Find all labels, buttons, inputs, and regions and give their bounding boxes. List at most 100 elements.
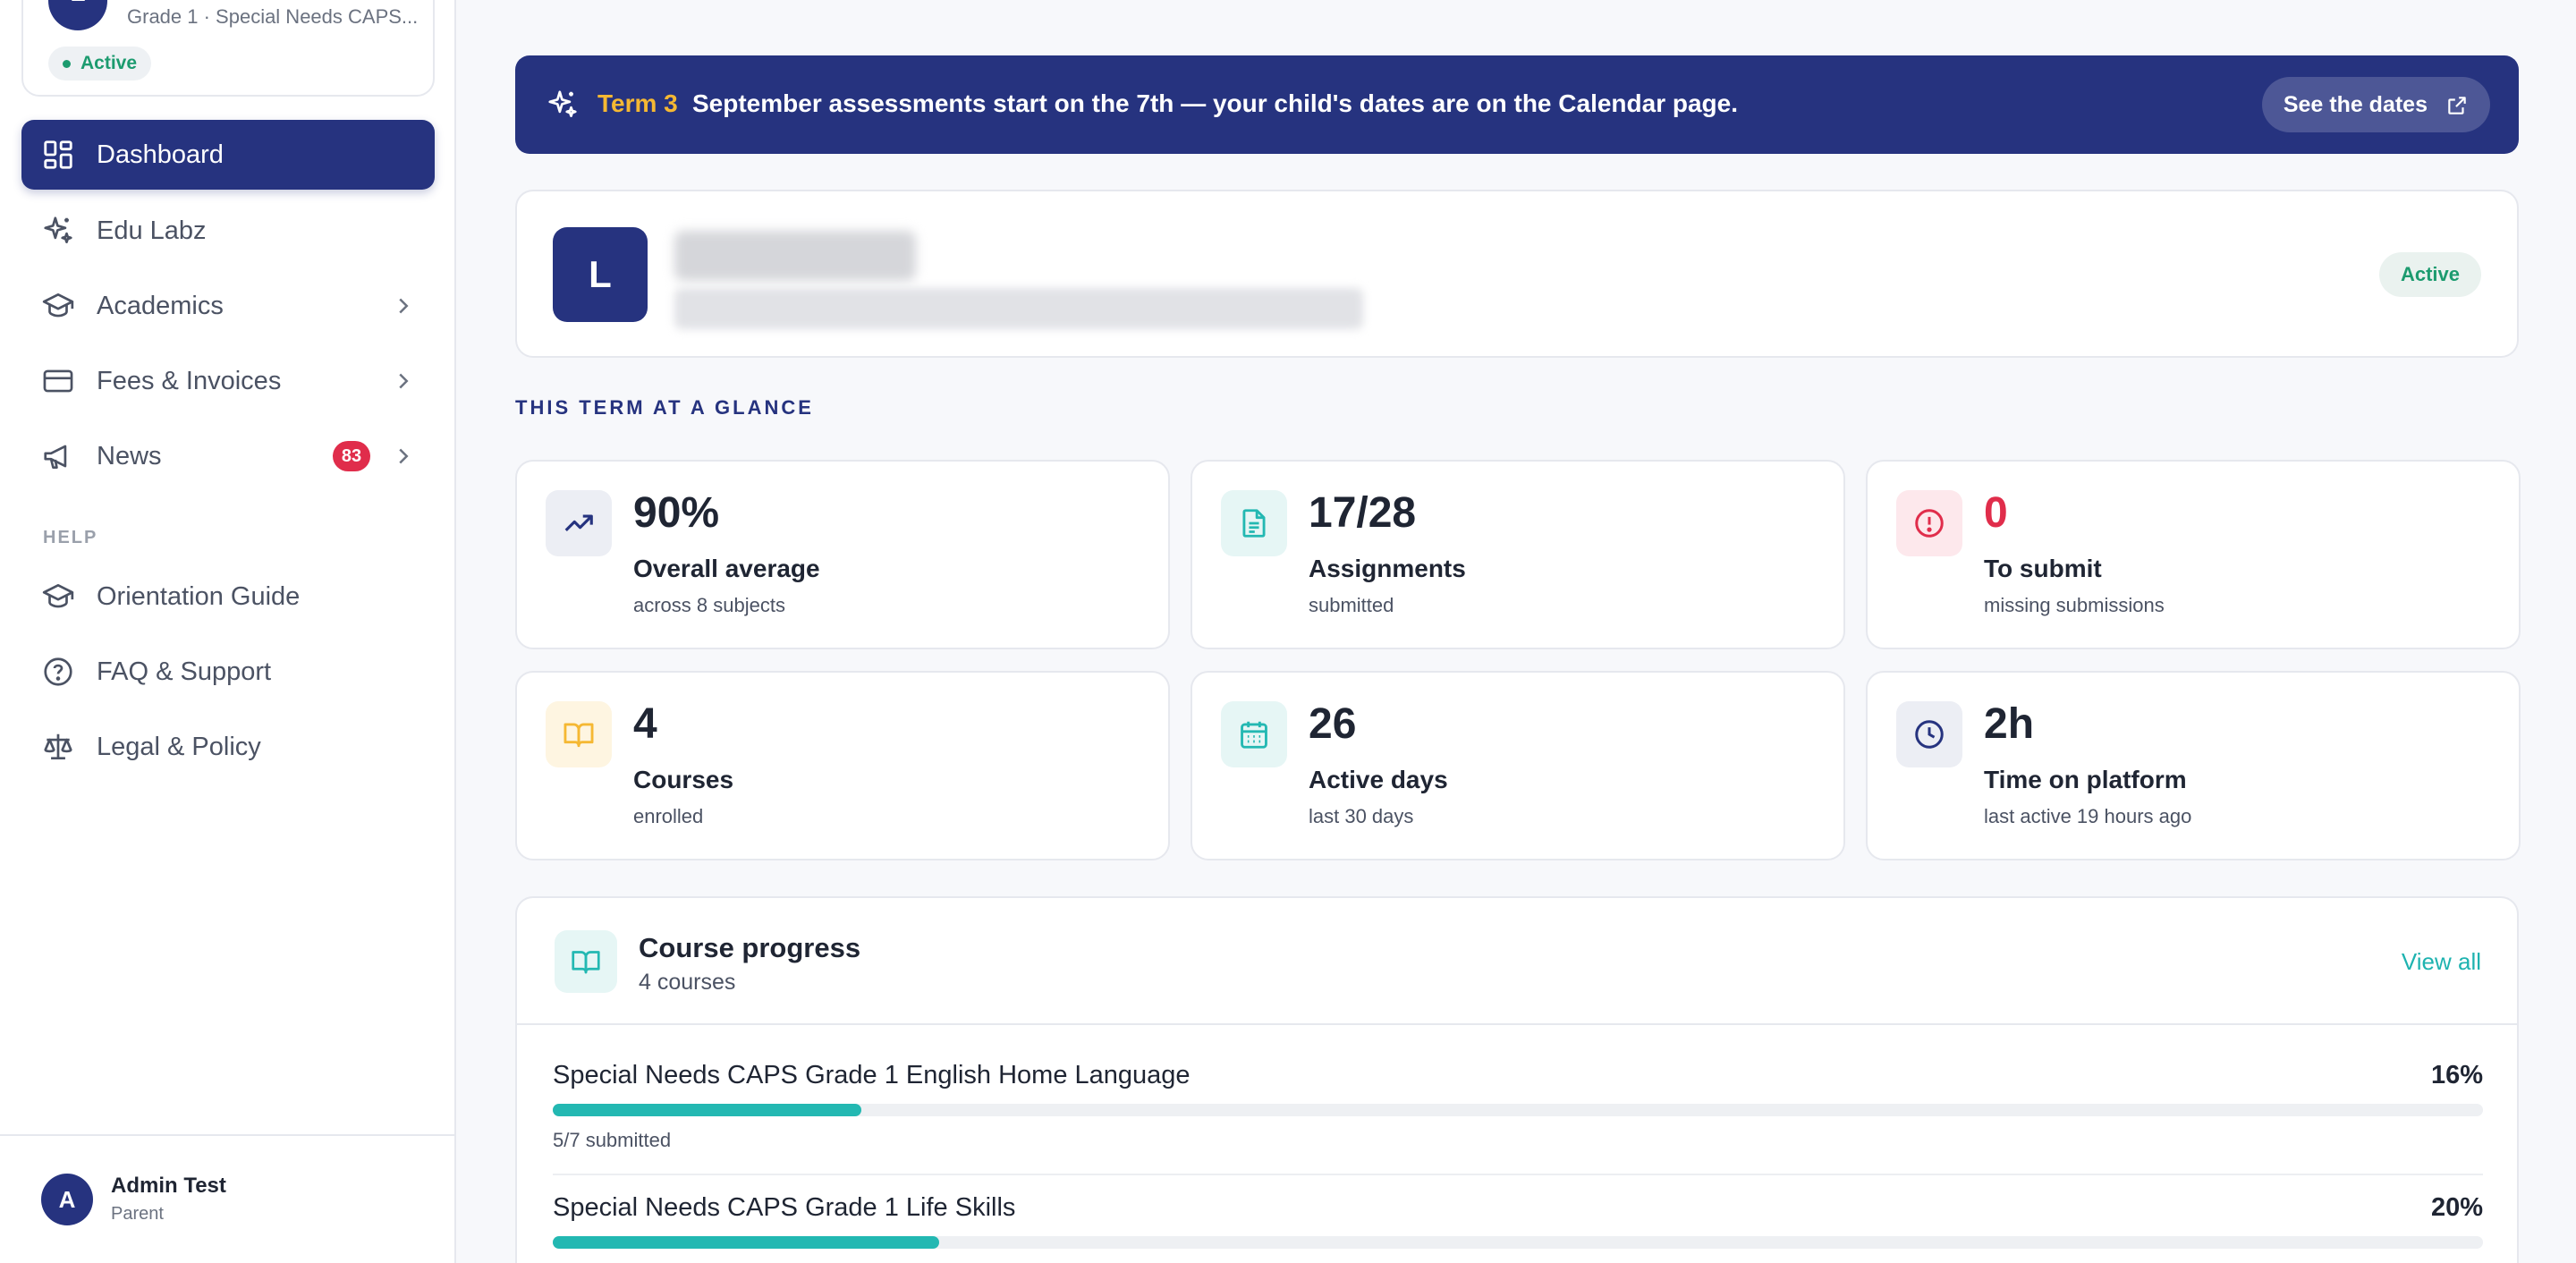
sidebar-item-edu-labz[interactable]: Edu Labz (21, 196, 435, 266)
child-avatar: L (48, 0, 107, 30)
course-progress-count: 4 courses (639, 970, 736, 995)
sidebar-item-legal-policy[interactable]: Legal & Policy (21, 712, 435, 782)
stat-value: 4 (633, 700, 657, 748)
course-submitted: 5/7 submitted (553, 1129, 672, 1151)
course-progress-title: Course progress (639, 932, 861, 963)
news-count-badge: 83 (333, 441, 370, 471)
course-name: Special Needs CAPS Grade 1 English Home … (553, 1061, 1191, 1089)
sidebar-item-label: News (97, 441, 162, 470)
stat-label: Time on platform (1984, 766, 2187, 793)
child-status-text: Active (80, 53, 138, 73)
stat-sub: submitted (1309, 594, 1394, 616)
course-name: Special Needs CAPS Grade 1 Life Skills (553, 1193, 1016, 1222)
stat-label: Overall average (633, 555, 820, 582)
progress-fill (553, 1236, 939, 1249)
course-percent: 16% (2430, 1061, 2483, 1089)
stat-label: Assignments (1309, 555, 1466, 582)
stat-card-active-days[interactable]: 26 Active days last 30 days (1191, 671, 1845, 860)
child-avatar-large: L (553, 227, 648, 322)
stat-sub: last active 19 hours ago (1984, 805, 2192, 827)
sidebar: L Grade 1 · Special Needs CAPS... Active… (0, 0, 456, 1263)
stat-value: 17/28 (1309, 489, 1417, 537)
child-status-badge: Active (48, 47, 152, 81)
sidebar-item-label: Fees & Invoices (97, 366, 282, 395)
stat-label: Active days (1309, 766, 1448, 793)
redacted-child-details (674, 288, 1363, 329)
book-open-icon (546, 701, 612, 767)
clock-icon (1896, 701, 1962, 767)
course-progress-card: Course progress 4 courses View all Speci… (515, 896, 2519, 1263)
stat-sub: enrolled (633, 805, 704, 827)
stat-card-to-submit[interactable]: 0 To submit missing submissions (1866, 460, 2521, 649)
calendar-icon (1221, 701, 1287, 767)
stat-sub: across 8 subjects (633, 594, 785, 616)
status-badge: Active (2378, 252, 2481, 297)
stat-sub: last 30 days (1309, 805, 1414, 827)
sidebar-item-label: Dashboard (97, 140, 224, 169)
dashboard-icon (41, 138, 75, 172)
sidebar-item-label: Orientation Guide (97, 581, 301, 611)
user-name: Admin Test (111, 1174, 226, 1198)
progress-fill (553, 1104, 862, 1116)
sidebar-item-dashboard[interactable]: Dashboard (21, 120, 435, 190)
graduation-cap-icon (41, 580, 75, 614)
alert-circle-icon (1896, 490, 1962, 556)
stat-value: 26 (1309, 700, 1357, 748)
sidebar-item-label: Edu Labz (97, 216, 207, 245)
user-role: Parent (111, 1204, 164, 1224)
stat-value: 2h (1984, 700, 2035, 748)
see-dates-label: See the dates (2283, 92, 2428, 117)
sidebar-item-label: FAQ & Support (97, 657, 272, 686)
sidebar-item-orientation-guide[interactable]: Orientation Guide (21, 562, 435, 632)
sidebar-item-label: Legal & Policy (97, 732, 261, 761)
sidebar-item-fees-invoices[interactable]: Fees & Invoices (21, 346, 435, 416)
stat-label: To submit (1984, 555, 2102, 582)
redacted-child-name (674, 231, 916, 281)
status-dot (63, 60, 71, 68)
banner-term: Term 3 (597, 89, 678, 117)
help-circle-icon (41, 655, 75, 689)
child-profile-card: L Active (515, 190, 2519, 358)
progress-track (553, 1236, 2483, 1249)
sparkles-icon (548, 90, 577, 118)
announcement-banner: Term 3 September assessments start on th… (515, 55, 2519, 154)
child-card[interactable]: L Grade 1 · Special Needs CAPS... Active (21, 0, 435, 97)
sidebar-item-academics[interactable]: Academics (21, 271, 435, 341)
credit-card-icon (41, 364, 75, 398)
sidebar-item-news[interactable]: News 83 (21, 421, 435, 491)
stat-card-assignments[interactable]: 17/28 Assignments submitted (1191, 460, 1845, 649)
book-open-icon (555, 930, 617, 993)
stat-card-courses[interactable]: 4 Courses enrolled (515, 671, 1170, 860)
sidebar-item-label: Academics (97, 291, 224, 320)
child-avatar-letter: L (70, 0, 85, 6)
glance-section-title: THIS TERM AT A GLANCE (515, 396, 814, 419)
stat-value: 90% (633, 489, 720, 537)
chevron-right-icon (399, 448, 409, 464)
sidebar-item-faq-support[interactable]: FAQ & Support (21, 637, 435, 707)
file-text-icon (1221, 490, 1287, 556)
avatar: A (41, 1174, 93, 1225)
trending-up-icon (546, 490, 612, 556)
course-progress-header: Course progress 4 courses View all (517, 898, 2517, 1025)
stat-value: 0 (1984, 489, 2008, 537)
progress-track (553, 1104, 2483, 1116)
external-link-icon (2448, 97, 2466, 114)
megaphone-icon (41, 439, 75, 473)
help-section-label: HELP (43, 528, 98, 547)
stat-sub: missing submissions (1984, 594, 2165, 616)
sparkles-icon (41, 214, 75, 248)
see-dates-button[interactable]: See the dates (2261, 77, 2490, 132)
view-all-link[interactable]: View all (2402, 948, 2481, 976)
graduation-cap-icon (41, 289, 75, 323)
chevron-right-icon (399, 298, 409, 314)
stat-label: Courses (633, 766, 734, 793)
stat-card-time-on-platform[interactable]: 2h Time on platform last active 19 hours… (1866, 671, 2521, 860)
banner-message: September assessments start on the 7th —… (692, 89, 1739, 117)
scale-icon (41, 730, 75, 764)
stat-card-overall-average[interactable]: 90% Overall average across 8 subjects (515, 460, 1170, 649)
child-subtitle: Grade 1 · Special Needs CAPS... (127, 5, 419, 28)
user-profile[interactable]: A Admin Test Parent (0, 1134, 454, 1263)
chevron-right-icon (399, 373, 409, 389)
divider (553, 1174, 2483, 1175)
course-percent: 20% (2430, 1193, 2483, 1222)
